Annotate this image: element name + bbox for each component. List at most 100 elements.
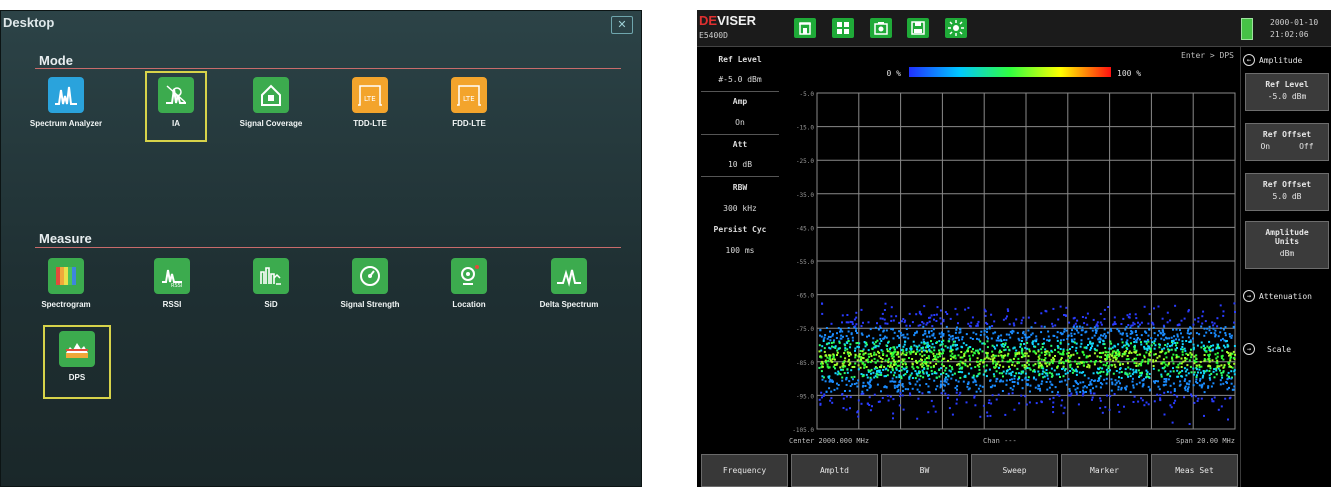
meas-set-softkey[interactable]: Meas Set [1151,454,1238,487]
marker-softkey[interactable]: Marker [1061,454,1148,487]
ref-offset-toggle-softkey[interactable]: Ref Offset On Off [1245,123,1329,161]
dps-point [1212,327,1215,330]
dps-point [1006,315,1008,318]
dps-point [889,395,892,398]
sweep-softkey[interactable]: Sweep [971,454,1058,487]
dps-point [1052,411,1055,414]
app-tdd-lte[interactable]: LTE TDD-LTE [339,77,401,128]
dps-point [845,395,848,398]
dps-point [820,391,823,394]
dps-point [1113,316,1116,319]
dps-point [1212,324,1215,327]
dps-point [1106,371,1109,374]
dps-point [1234,311,1236,313]
dps-point [1192,343,1195,346]
dps-point [1024,336,1027,339]
dps-point [1075,393,1078,396]
close-icon[interactable]: ✕ [611,16,633,34]
amplitude-units-softkey[interactable]: Amplitude Units dBm [1245,221,1329,269]
app-ia[interactable]: IA [145,77,207,128]
dps-point [1083,374,1086,377]
dps-point [954,307,957,310]
attenuation-softkey[interactable]: → Attenuation [1243,290,1331,302]
dps-point [1166,345,1169,348]
dps-point [1070,392,1073,395]
dps-point [1162,334,1165,337]
dps-point [1067,334,1070,337]
app-dps[interactable]: DPS [46,331,108,382]
dps-point [915,359,917,362]
save-icon[interactable] [907,18,929,38]
app-fdd-lte[interactable]: LTE FDD-LTE [438,77,500,128]
dps-point [1139,372,1142,374]
amplitude-menu-title[interactable]: ← Amplitude [1243,54,1331,66]
app-sid[interactable]: SiD [240,258,302,309]
brightness-icon[interactable] [945,18,967,38]
fullscreen-icon[interactable] [832,18,854,38]
dps-point [1139,323,1141,326]
dps-point [1203,359,1206,362]
frequency-softkey[interactable]: Frequency [701,454,788,487]
ref-level-softkey[interactable]: Ref Level -5.0 dBm [1245,73,1329,111]
dps-point [970,321,973,324]
dps-point [1164,344,1167,346]
dps-point [1065,329,1068,332]
app-rssi[interactable]: RSSI RSSI [141,258,203,309]
dps-point [848,389,851,392]
tdd-lte-icon: LTE [352,77,388,113]
dps-point [1005,379,1008,382]
dps-point [982,373,985,376]
dps-point [1160,351,1163,354]
app-location[interactable]: Location [438,258,500,309]
dps-point [877,350,879,353]
dps-point [876,376,879,379]
dps-point [1222,382,1225,385]
dps-point [959,360,962,363]
dps-point [893,364,896,366]
dps-point [986,346,989,349]
app-spectrogram[interactable]: Spectrogram [35,258,97,309]
dps-point [1064,379,1067,382]
screenshot-icon[interactable] [870,18,892,38]
dps-point [956,385,959,388]
dps-point [1015,318,1018,321]
dps-point [1104,336,1107,339]
ref-offset-value-softkey[interactable]: Ref Offset 5.0 dB [1245,173,1329,211]
app-signal-coverage[interactable]: Signal Coverage [240,77,302,128]
dps-point [1013,324,1016,327]
dps-point [1216,352,1219,355]
dps-point [901,389,904,392]
dps-point [840,337,843,340]
dps-point [972,376,975,379]
ampltd-softkey[interactable]: Ampltd [791,454,878,487]
dps-point [1219,327,1222,330]
dps-point [882,329,885,332]
dps-point [1076,387,1079,390]
scale-softkey[interactable]: → Scale [1243,343,1331,355]
dps-point [1135,371,1138,374]
dps-point [1187,336,1190,339]
dps-point [973,351,976,354]
dps-point [1162,331,1165,334]
dps-point [1129,391,1132,394]
bw-softkey[interactable]: BW [881,454,968,487]
dps-point [892,319,895,322]
dps-point [856,345,859,348]
dps-point [939,355,942,358]
dps-point [1203,334,1206,337]
dps-point [1002,375,1004,378]
dps-point [1005,372,1008,375]
dps-point [902,408,905,411]
home-icon[interactable] [794,18,816,38]
dps-point [911,363,914,366]
dps-point [964,364,967,367]
dps-point [927,364,930,367]
dps-point [855,330,857,332]
dps-point [865,341,868,344]
dps-plot[interactable]: Enter > DPS 0 % 100 % -5.0 -15.0 -25.0 -35.… [783,47,1239,450]
dps-point [1105,382,1108,385]
app-delta-spectrum[interactable]: Delta Spectrum [538,258,600,309]
app-signal-strength[interactable]: Signal Strength [339,258,401,309]
dps-point [1046,361,1049,364]
app-spectrum-analyzer[interactable]: Spectrum Analyzer [30,77,102,128]
